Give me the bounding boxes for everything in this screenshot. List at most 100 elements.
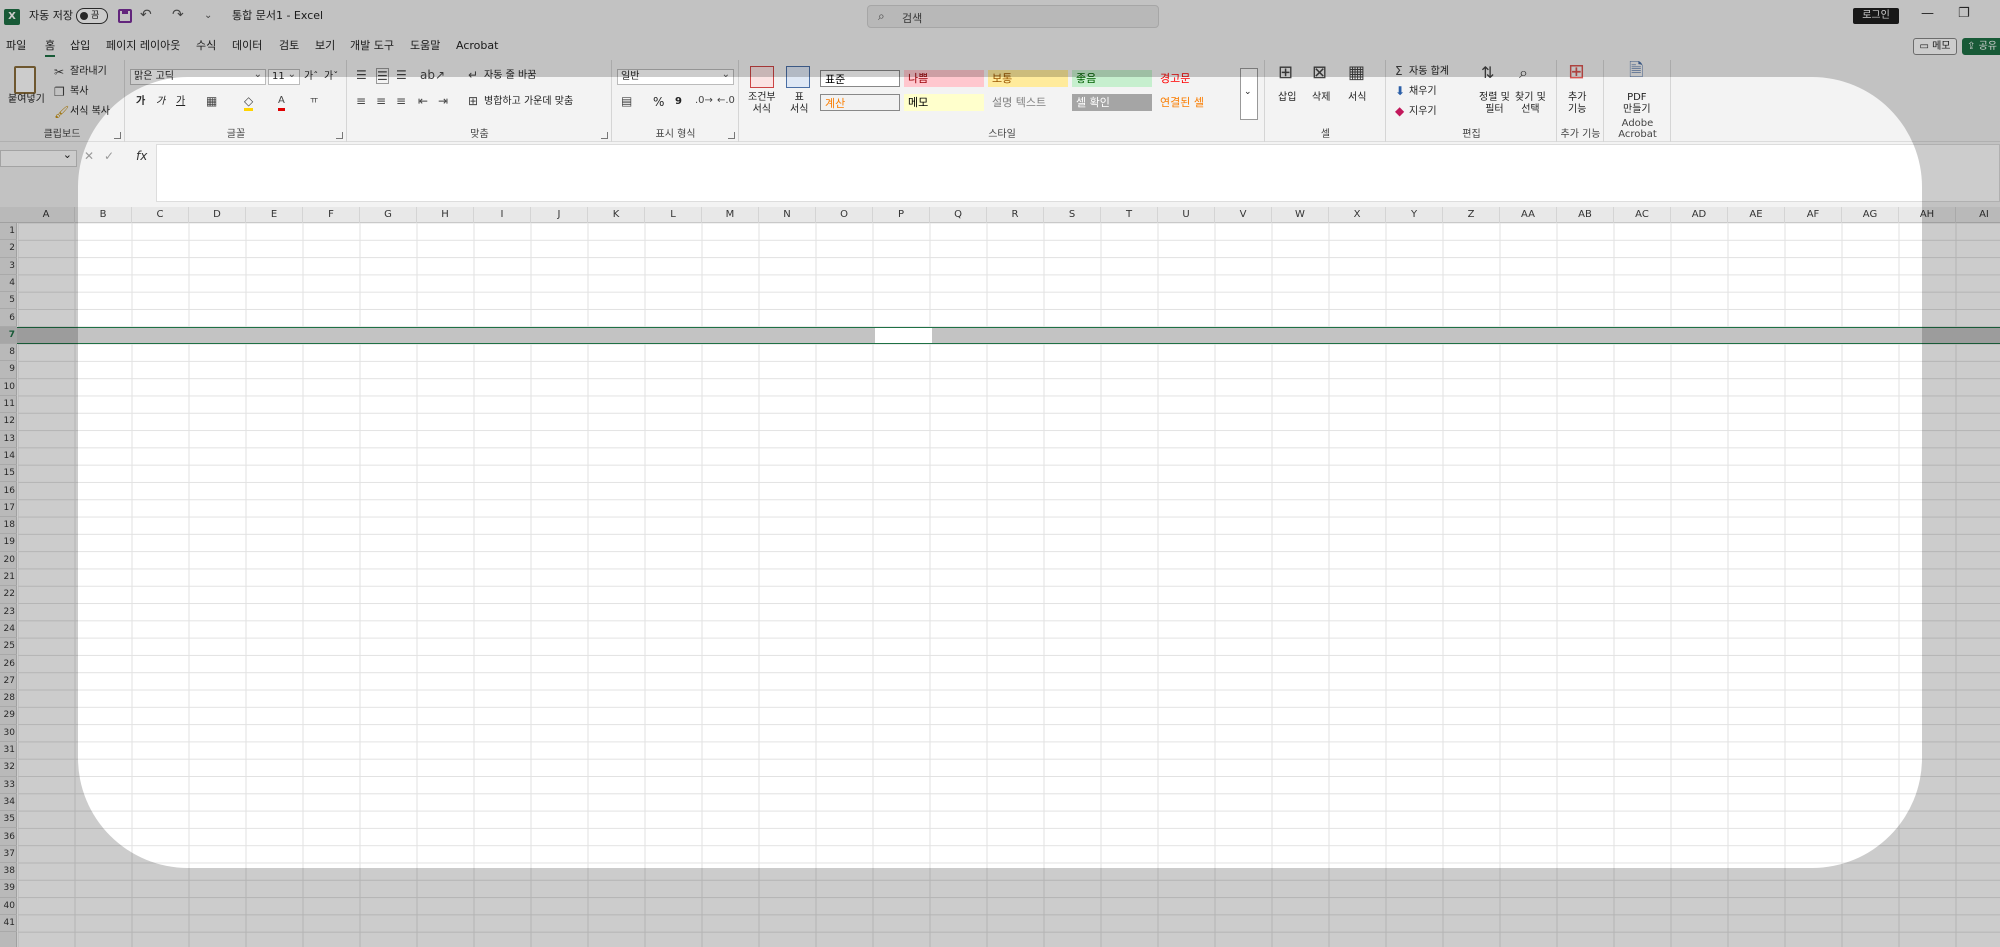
name-box[interactable] [0, 148, 77, 167]
clear-label[interactable]: 지우기 [1409, 106, 1437, 118]
font-name-combo[interactable]: 맑은 고딕 [130, 68, 266, 85]
row-header-10[interactable]: 10 [0, 379, 17, 396]
percent-button[interactable]: % [653, 96, 664, 108]
create-pdf-label[interactable]: PDF 만들기 [1623, 92, 1651, 116]
font-launcher-icon[interactable] [336, 132, 343, 139]
sort-filter-icon[interactable]: ⇅ [1481, 65, 1494, 81]
insert-cells-icon[interactable]: ⊞ [1278, 64, 1293, 82]
alignment-launcher-icon[interactable] [601, 132, 608, 139]
column-header-d[interactable]: D [189, 207, 246, 223]
row-header-40[interactable]: 40 [0, 898, 17, 915]
border-icon[interactable]: ▦ [206, 94, 217, 108]
row-header-20[interactable]: 20 [0, 552, 17, 569]
row-header-8[interactable]: 8 [0, 344, 17, 362]
row-header-19[interactable]: 19 [0, 534, 17, 552]
column-header-ai[interactable]: AI [1956, 207, 2000, 223]
font-color-icon[interactable]: A [278, 94, 285, 111]
format-table-icon[interactable] [786, 66, 810, 88]
column-header-u[interactable]: U [1158, 207, 1215, 223]
delete-cells-icon[interactable]: ⊠ [1312, 64, 1327, 82]
cell-style-6[interactable]: 메모 [904, 94, 984, 111]
row-header-26[interactable]: 26 [0, 656, 17, 673]
row-header-32[interactable]: 32 [0, 759, 17, 777]
row-header-18[interactable]: 18 [0, 517, 17, 535]
align-middle-icon[interactable]: ☰ [376, 68, 389, 84]
merge-center-icon[interactable]: ⊞ [468, 94, 478, 108]
column-header-j[interactable]: J [531, 207, 588, 223]
row-header-5[interactable]: 5 [0, 292, 17, 310]
pdf-icon[interactable]: 🗎 [1629, 62, 1643, 80]
cell-style-3[interactable]: 좋음 [1072, 70, 1152, 87]
align-center-icon[interactable]: ≡ [376, 94, 386, 108]
tab-review[interactable]: 검토 [279, 39, 299, 53]
column-header-h[interactable]: H [417, 207, 474, 223]
phonetic-icon[interactable]: ㅠ [310, 94, 318, 108]
column-header-aa[interactable]: AA [1500, 207, 1557, 223]
tab-home[interactable]: 홈 [45, 39, 56, 57]
format-painter-icon[interactable]: 🖌 [54, 105, 69, 119]
row-header-33[interactable]: 33 [0, 777, 17, 794]
row-header-34[interactable]: 34 [0, 794, 17, 812]
fill-label[interactable]: 채우기 [1409, 86, 1437, 98]
row-header-17[interactable]: 17 [0, 500, 17, 518]
minimize-icon[interactable]: — [1921, 6, 1934, 21]
column-header-r[interactable]: R [987, 207, 1044, 223]
column-header-f[interactable]: F [303, 207, 360, 223]
clear-icon[interactable]: ◆ [1395, 104, 1404, 118]
format-table-label[interactable]: 표 서식 [790, 92, 808, 116]
column-header-z[interactable]: Z [1443, 207, 1500, 223]
autosum-icon[interactable]: Σ [1395, 64, 1403, 78]
row-header-30[interactable]: 30 [0, 725, 17, 742]
comma-button[interactable]: 9 [675, 96, 682, 108]
column-header-t[interactable]: T [1101, 207, 1158, 223]
row-header-2[interactable]: 2 [0, 240, 17, 258]
row-header-35[interactable]: 35 [0, 811, 17, 829]
paste-icon[interactable] [14, 66, 36, 94]
cell-style-7[interactable]: 설명 텍스트 [988, 94, 1068, 111]
row-header-36[interactable]: 36 [0, 829, 17, 846]
row-header-14[interactable]: 14 [0, 448, 17, 466]
undo-icon[interactable]: ↶ [140, 7, 152, 23]
column-header-l[interactable]: L [645, 207, 702, 223]
column-header-g[interactable]: G [360, 207, 417, 223]
column-header-b[interactable]: B [75, 207, 132, 223]
tab-view[interactable]: 보기 [315, 39, 335, 53]
row-header-7[interactable]: 7 [0, 326, 17, 345]
clipboard-launcher-icon[interactable] [114, 132, 121, 139]
cell-style-9[interactable]: 연결된 셀 [1156, 94, 1236, 111]
row-header-29[interactable]: 29 [0, 707, 17, 725]
cut-icon[interactable]: ✂ [54, 65, 64, 79]
fill-color-icon[interactable]: ◇ [244, 94, 254, 111]
row-header-4[interactable]: 4 [0, 275, 17, 293]
format-cells-icon[interactable]: ▦ [1348, 64, 1365, 82]
column-header-k[interactable]: K [588, 207, 645, 223]
search-box[interactable]: ⌕ 검색 [867, 5, 1159, 28]
column-header-x[interactable]: X [1329, 207, 1386, 223]
column-header-v[interactable]: V [1215, 207, 1272, 223]
tab-help[interactable]: 도움말 [410, 39, 440, 53]
find-select-label[interactable]: 찾기 및 선택 [1515, 92, 1546, 116]
addins-icon[interactable]: ⊞ [1568, 61, 1585, 81]
paste-label[interactable]: 붙여넣기 [8, 94, 45, 106]
copy-icon[interactable]: ❐ [54, 85, 65, 99]
enter-icon[interactable]: ✓ [104, 149, 114, 163]
formula-input[interactable] [156, 144, 2000, 202]
currency-icon[interactable]: ▤ [621, 94, 632, 108]
column-header-y[interactable]: Y [1386, 207, 1443, 223]
row-header-3[interactable]: 3 [0, 258, 17, 275]
row-header-37[interactable]: 37 [0, 846, 17, 864]
grow-font-icon[interactable]: 가ˆ [304, 71, 318, 83]
font-size-combo[interactable]: 11 [268, 68, 300, 85]
increase-decimal-icon[interactable]: .0→ [695, 94, 713, 108]
italic-button[interactable]: 가 [156, 96, 165, 108]
qat-more-icon[interactable]: ⌄ [204, 10, 212, 21]
row-header-1[interactable]: 1 [0, 223, 17, 241]
autosum-label[interactable]: 자동 합계 [1409, 66, 1449, 78]
row-header-11[interactable]: 11 [0, 396, 17, 414]
login-button[interactable]: 로그인 [1853, 8, 1899, 24]
wrap-text-icon[interactable]: ↵ [468, 68, 478, 82]
row-header-41[interactable]: 41 [0, 915, 17, 933]
sort-filter-label[interactable]: 정렬 및 필터 [1479, 92, 1510, 116]
align-left-icon[interactable]: ≡ [356, 94, 366, 108]
row-header-22[interactable]: 22 [0, 586, 17, 604]
